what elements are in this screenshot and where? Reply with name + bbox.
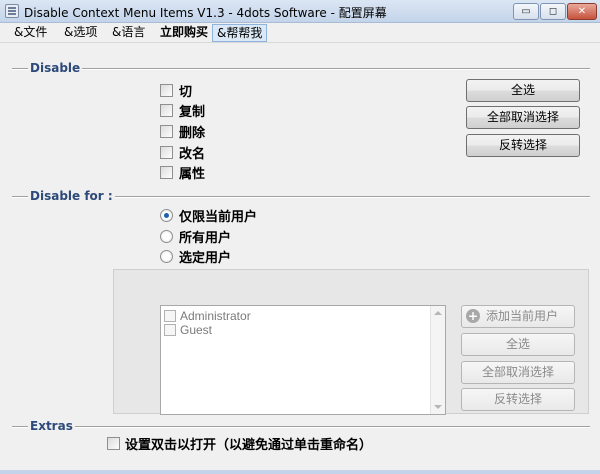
label-double-click: 设置双击以打开（以避免通过单击重命名）: [125, 438, 373, 453]
disable-for-group-title: Disable for :: [28, 189, 115, 203]
menu-file[interactable]: &文件: [10, 24, 51, 42]
menu-buy-now[interactable]: 立即购买: [156, 24, 212, 42]
add-current-user-label: 添加当前用户: [486, 309, 559, 323]
app-icon: [5, 4, 19, 18]
close-icon: ✕: [577, 6, 587, 17]
label-rename: 改名: [179, 147, 206, 162]
menu-language[interactable]: &语言: [108, 24, 149, 42]
deselect-all-button[interactable]: 全部取消选择: [466, 106, 580, 129]
label-current-user: 仅限当前用户: [179, 210, 258, 225]
label-cut: 切: [179, 85, 193, 100]
radio-all-users[interactable]: [160, 230, 173, 243]
scroll-up-icon[interactable]: [434, 311, 442, 315]
label-copy: 复制: [179, 105, 206, 120]
close-button[interactable]: ✕: [567, 3, 597, 20]
menu-bar: &文件 &选项 &语言 立即购买 &帮帮我: [0, 23, 600, 43]
users-deselect-all-button[interactable]: 全部取消选择: [461, 361, 575, 384]
window-bottom-border: [0, 470, 600, 474]
radio-selected-users[interactable]: [160, 250, 173, 263]
user-checkbox-administrator[interactable]: [164, 310, 176, 322]
extras-group-line: [12, 426, 590, 428]
title-bar[interactable]: Disable Context Menu Items V1.3 - 4dots …: [0, 0, 600, 23]
list-item[interactable]: Guest: [163, 323, 431, 338]
users-select-all-button[interactable]: 全选: [461, 333, 575, 356]
user-name-guest: Guest: [180, 323, 213, 337]
user-name-administrator: Administrator: [180, 309, 251, 323]
radio-current-user[interactable]: [160, 209, 173, 222]
listbox-scrollbar[interactable]: [430, 306, 445, 414]
invert-selection-button[interactable]: 反转选择: [466, 134, 580, 157]
checkbox-properties[interactable]: [160, 166, 173, 179]
checkbox-copy[interactable]: [160, 104, 173, 117]
select-all-button[interactable]: 全选: [466, 79, 580, 102]
label-properties: 属性: [179, 167, 206, 182]
label-delete: 删除: [179, 126, 206, 141]
checkbox-cut[interactable]: [160, 84, 173, 97]
list-item[interactable]: Administrator: [163, 309, 431, 324]
users-invert-selection-button[interactable]: 反转选择: [461, 388, 575, 411]
disable-group-title: Disable: [28, 61, 83, 75]
label-all-users: 所有用户: [179, 231, 232, 246]
checkbox-double-click[interactable]: [107, 437, 120, 450]
extras-group-title: Extras: [28, 419, 75, 433]
window-title: Disable Context Menu Items V1.3 - 4dots …: [24, 6, 387, 20]
checkbox-delete[interactable]: [160, 125, 173, 138]
menu-options[interactable]: &选项: [60, 24, 101, 42]
maximize-button[interactable]: ◻: [540, 3, 566, 20]
label-selected-users: 选定用户: [179, 251, 232, 266]
add-icon: +: [466, 309, 480, 323]
add-current-user-button[interactable]: + 添加当前用户: [461, 305, 575, 328]
disable-group-line: [12, 68, 590, 70]
minimize-icon: ▭: [521, 6, 531, 17]
minimize-button[interactable]: ▭: [513, 3, 539, 20]
user-checkbox-guest[interactable]: [164, 324, 176, 336]
users-listbox[interactable]: Administrator Guest: [160, 305, 446, 415]
menu-help[interactable]: &帮帮我: [212, 24, 268, 42]
checkbox-rename[interactable]: [160, 146, 173, 159]
scroll-down-icon[interactable]: [434, 405, 442, 409]
maximize-icon: ◻: [548, 6, 558, 17]
